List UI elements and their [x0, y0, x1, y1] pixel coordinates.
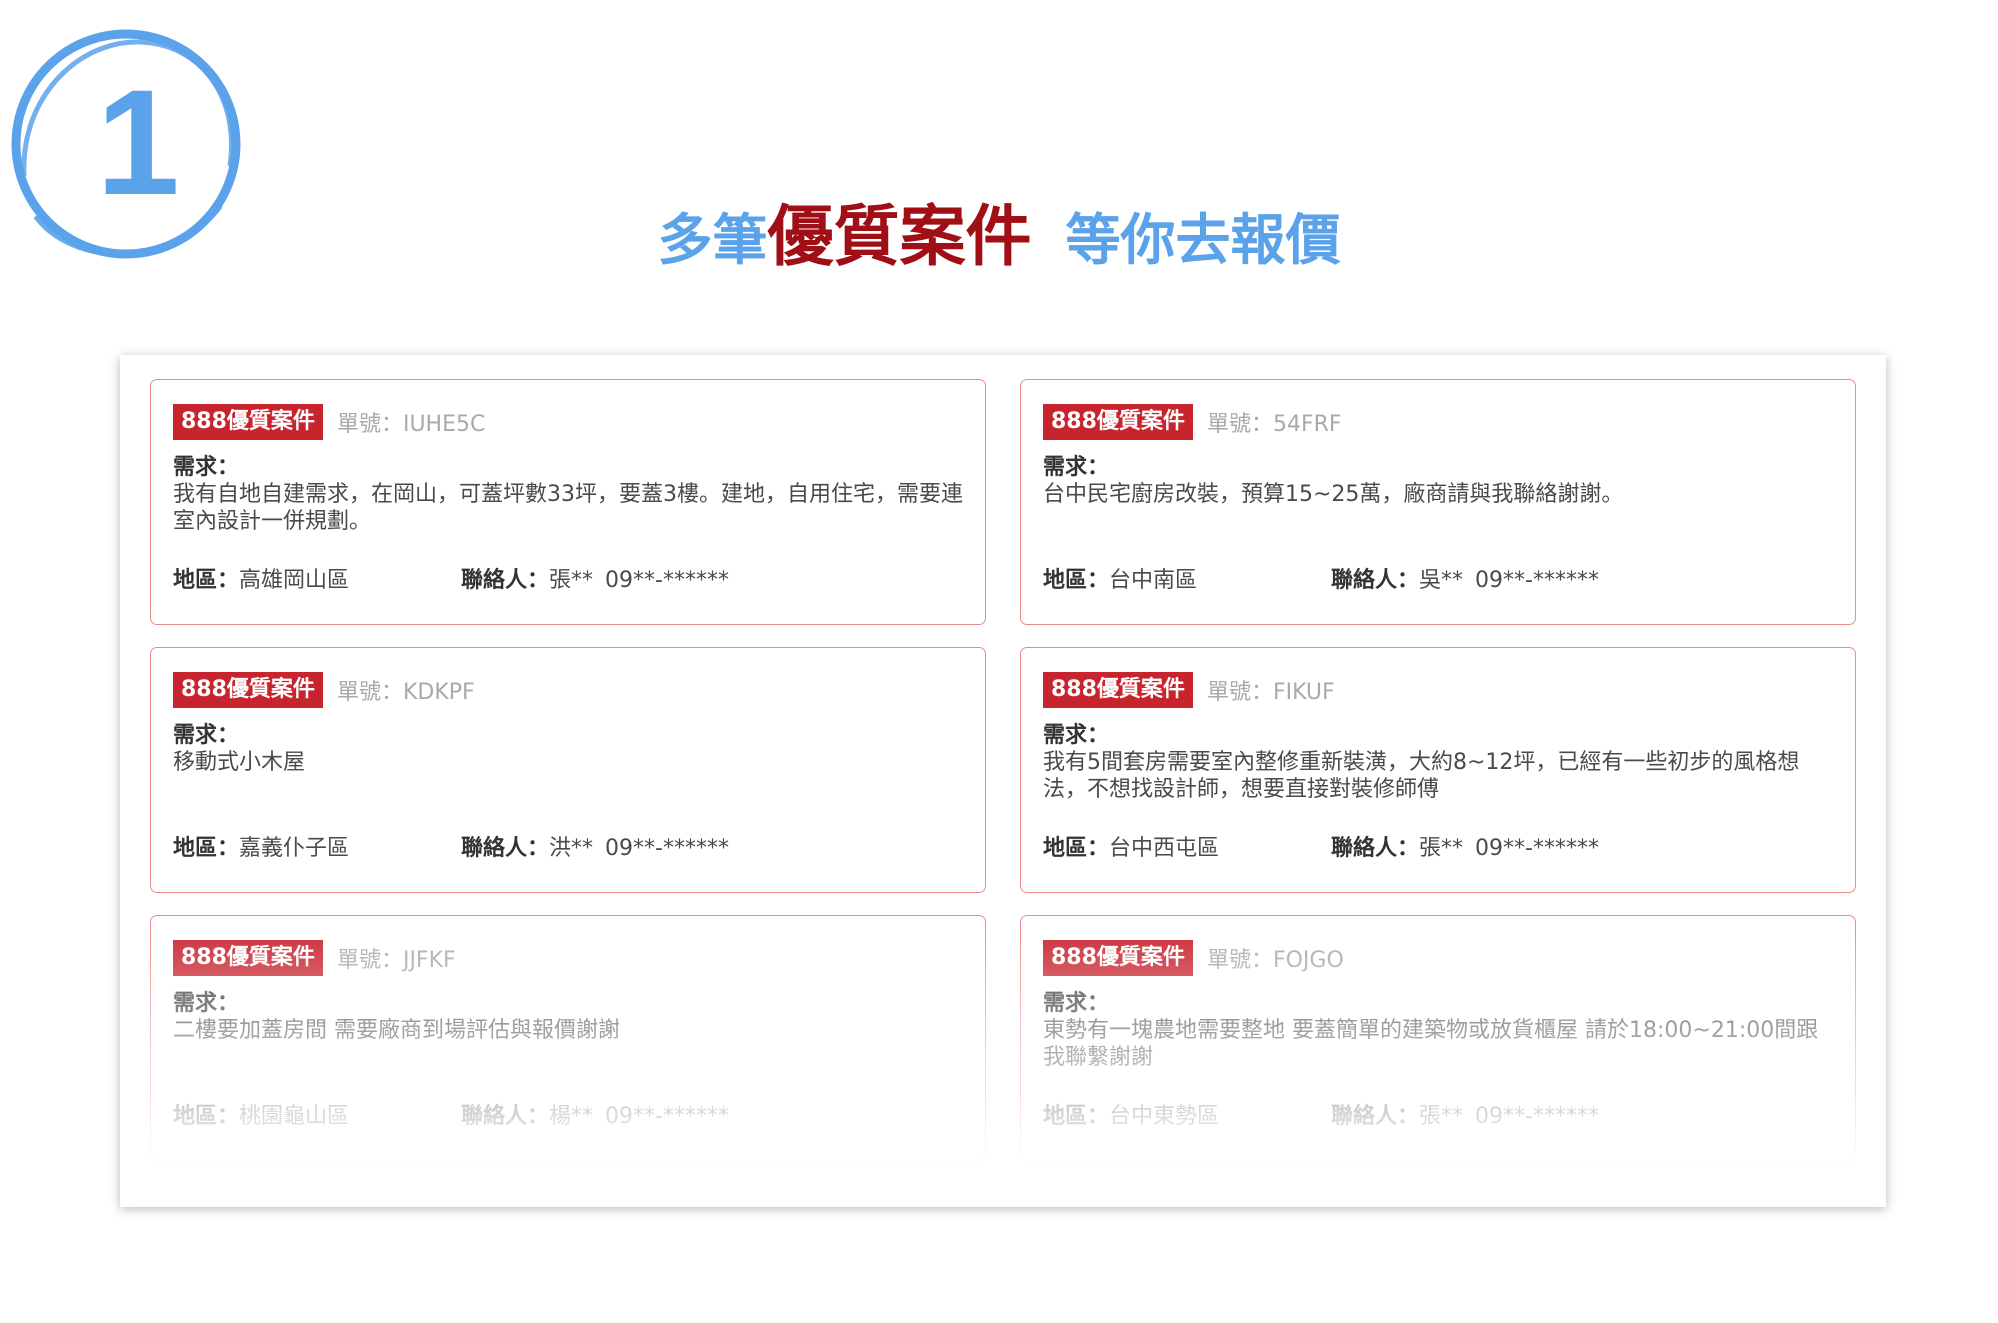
headline-part-3: 等你去報價 [1065, 208, 1341, 272]
requirement-label: 需求： [173, 723, 240, 748]
contact: 聯絡人：張** 09**-****** [1331, 1104, 1599, 1129]
case-info: 地區：高雄岡山區 聯絡人：張** 09**-****** [173, 567, 729, 594]
case-card[interactable]: 888優質案件 單號：FIKUF 需求： 我有5間套房需要室內整修重新裝潢，大約… [1020, 647, 1856, 893]
requirement-text: 我有自地自建需求，在岡山，可蓋坪數33坪，要蓋3樓。建地，自用住宅，需要連室內設… [173, 482, 963, 534]
requirement-text: 移動式小木屋 [173, 750, 306, 775]
quality-case-tag: 888優質案件 [1043, 672, 1193, 708]
quality-case-tag: 888優質案件 [1043, 940, 1193, 976]
page: 1 多筆優質案件 等你去報價 888優質案件 單號：IUHE5C 需求： 我有自地… [0, 0, 1998, 1323]
contact: 聯絡人：張** 09**-****** [1331, 836, 1599, 861]
region: 地區：桃園龜山區 [173, 1104, 350, 1129]
case-list-panel: 888優質案件 單號：IUHE5C 需求： 我有自地自建需求，在岡山，可蓋坪數3… [120, 355, 1886, 1207]
requirement-text: 二樓要加蓋房間 需要廠商到場評估與報價謝謝 [173, 1018, 620, 1043]
case-card[interactable]: 888優質案件 單號：JJFKF 需求： 二樓要加蓋房間 需要廠商到場評估與報價… [150, 915, 986, 1161]
requirement-label: 需求： [173, 991, 240, 1016]
order-number: 單號：JJFKF [336, 948, 456, 973]
requirement-text: 台中民宅廚房改裝，預算15~25萬，廠商請與我聯絡謝謝。 [1043, 482, 1624, 507]
requirement-label: 需求： [1043, 723, 1110, 748]
case-card[interactable]: 888優質案件 單號：IUHE5C 需求： 我有自地自建需求，在岡山，可蓋坪數3… [150, 379, 986, 625]
region: 地區：高雄岡山區 [173, 568, 350, 593]
region: 地區：台中南區 [1043, 568, 1198, 593]
headline-part-2: 優質案件 [767, 198, 1032, 275]
case-card[interactable]: 888優質案件 單號：KDKPF 需求： 移動式小木屋 地區：嘉義仆子區 聯絡人… [150, 647, 986, 893]
headline: 多筆優質案件 等你去報價 [0, 204, 1998, 270]
order-number: 單號：IUHE5C [336, 412, 486, 437]
case-card[interactable]: 888優質案件 單號：54FRF 需求： 台中民宅廚房改裝，預算15~25萬，廠… [1020, 379, 1856, 625]
headline-part-1: 多筆 [657, 208, 768, 272]
case-info: 地區：嘉義仆子區 聯絡人：洪** 09**-****** [173, 835, 729, 862]
step-number: 1 [96, 58, 179, 226]
quality-case-tag: 888優質案件 [173, 940, 323, 976]
order-number: 單號：FOJGO [1206, 948, 1344, 973]
quality-case-tag: 888優質案件 [173, 672, 323, 708]
order-number: 單號：54FRF [1206, 412, 1342, 437]
case-card[interactable]: 888優質案件 單號：FOJGO 需求： 東勢有一塊農地需要整地 要蓋簡單的建築… [1020, 915, 1856, 1161]
region: 地區：台中東勢區 [1043, 1104, 1220, 1129]
case-info: 地區：台中西屯區 聯絡人：張** 09**-****** [1043, 835, 1599, 862]
contact: 聯絡人：洪** 09**-****** [461, 836, 729, 861]
case-info: 地區：台中東勢區 聯絡人：張** 09**-****** [1043, 1103, 1599, 1130]
contact: 聯絡人：楊** 09**-****** [461, 1104, 729, 1129]
quality-case-tag: 888優質案件 [1043, 404, 1193, 440]
requirement-label: 需求： [173, 455, 240, 480]
contact: 聯絡人：吳** 09**-****** [1331, 568, 1599, 593]
case-grid: 888優質案件 單號：IUHE5C 需求： 我有自地自建需求，在岡山，可蓋坪數3… [150, 379, 1856, 1161]
order-number: 單號：KDKPF [336, 680, 475, 705]
case-info: 地區：桃園龜山區 聯絡人：楊** 09**-****** [173, 1103, 729, 1130]
requirement-label: 需求： [1043, 991, 1110, 1016]
quality-case-tag: 888優質案件 [173, 404, 323, 440]
region: 地區：台中西屯區 [1043, 836, 1220, 861]
region: 地區：嘉義仆子區 [173, 836, 350, 861]
requirement-text: 我有5間套房需要室內整修重新裝潢，大約8~12坪，已經有一些初步的風格想法，不想… [1043, 750, 1800, 802]
contact: 聯絡人：張** 09**-****** [461, 568, 729, 593]
order-number: 單號：FIKUF [1206, 680, 1335, 705]
case-info: 地區：台中南區 聯絡人：吳** 09**-****** [1043, 567, 1599, 594]
requirement-text: 東勢有一塊農地需要整地 要蓋簡單的建築物或放貨櫃屋 請於18:00~21:00間… [1043, 1018, 1819, 1070]
requirement-label: 需求： [1043, 455, 1110, 480]
